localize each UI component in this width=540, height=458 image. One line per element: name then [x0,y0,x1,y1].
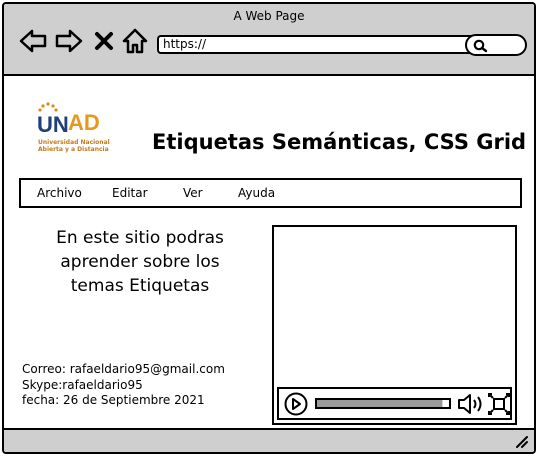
video-controls [277,387,512,420]
menu-item-editar[interactable]: Editar [112,186,148,200]
logo-unad-text: UN [37,112,69,137]
intro-line: temas Etiquetas [70,276,210,296]
page-title: Etiquetas Semánticas, CSS Grid [152,130,527,154]
window-title: A Web Page [233,9,305,23]
contact-skype: Skype:rafaeldario95 [22,378,143,392]
menu-item-ver[interactable]: Ver [183,186,203,200]
intro-line: aprender sobre los [60,252,220,272]
intro-line: En este sitio podras [56,228,224,248]
svg-text:AD: AD [68,110,100,135]
logo-line2: Abierta y a Distancia [38,146,109,153]
logo-line1: Universidad Nacional [38,139,110,146]
forward-arrow-icon[interactable] [54,26,84,56]
play-icon[interactable] [283,392,309,416]
intro-text: En este sitio podras aprender sobre los … [20,226,260,298]
contact-date: fecha: 26 de Septiembre 2021 [22,393,205,407]
menu-item-archivo[interactable]: Archivo [37,186,82,200]
search-icon [473,39,488,53]
resize-grip-icon[interactable] [514,434,528,448]
volume-icon[interactable] [457,393,485,415]
home-icon[interactable] [120,26,150,56]
menu-item-ayuda[interactable]: Ayuda [238,186,275,200]
browser-window: A Web Page https:// UN AD Universidad Na… [2,2,536,454]
back-arrow-icon[interactable] [18,26,48,56]
progress-bar[interactable] [315,398,455,410]
browser-chrome: A Web Page https:// [4,4,534,76]
fullscreen-icon[interactable] [488,393,510,415]
status-bar [4,428,534,452]
search-field[interactable] [465,34,527,56]
close-icon[interactable] [92,26,116,56]
menu-bar: Archivo Editar Ver Ayuda [19,178,522,208]
video-player[interactable] [272,225,517,425]
progress-fill [317,400,443,407]
url-field[interactable]: https:// [157,35,481,54]
contact-email: Correo: rafaeldario95@gmail.com [22,362,225,376]
